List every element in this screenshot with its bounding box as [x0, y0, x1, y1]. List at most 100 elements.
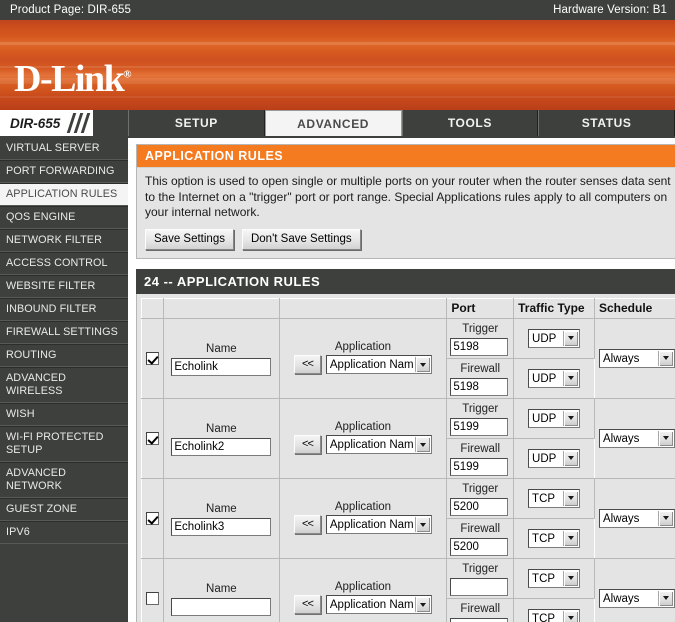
chevron-down-icon[interactable] — [658, 430, 673, 446]
trigger-port-input[interactable] — [450, 577, 509, 596]
chevron-down-icon[interactable] — [563, 330, 579, 346]
sidebar-item-qos-engine[interactable]: QOS ENGINE — [0, 206, 128, 229]
sidebar-item-label: PORT FORWARDING — [6, 165, 115, 177]
schedule-select[interactable]: Always — [599, 348, 675, 368]
rule-name-input[interactable] — [171, 437, 272, 456]
nav-tab-label: ADVANCED — [297, 116, 370, 131]
nav-tab-status[interactable]: STATUS — [538, 110, 675, 136]
sidebar-item-label: FIREWALL SETTINGS — [6, 326, 118, 338]
chevron-down-icon[interactable] — [563, 570, 579, 586]
application-name-select[interactable]: Application Name — [325, 355, 432, 374]
sidebar-item-label: VIRTUAL SERVER — [6, 142, 100, 154]
sidebar-item-wish[interactable]: WISH — [0, 403, 128, 426]
sidebar-item-website-filter[interactable]: WEBSITE FILTER — [0, 275, 128, 298]
sidebar-item-wi-fi-protected-setup[interactable]: WI-FI PROTECTED SETUP — [0, 426, 128, 462]
sidebar-item-access-control[interactable]: ACCESS CONTROL — [0, 252, 128, 275]
firewall-port-input[interactable] — [450, 377, 509, 396]
application-name-select[interactable]: Application Name — [325, 595, 432, 614]
dont-save-settings-button[interactable]: Don't Save Settings — [241, 228, 361, 250]
panel-title: APPLICATION RULES — [137, 145, 675, 168]
rule-trigger-traffic-cell: TCP — [513, 557, 595, 599]
trigger-port-input[interactable] — [450, 417, 509, 436]
rule-name-input[interactable] — [171, 517, 272, 536]
panel-body: This option is used to open single or mu… — [137, 168, 675, 258]
firewall-traffic-select[interactable]: UDP — [528, 368, 581, 388]
rule-firewall-port-cell: Firewall — [446, 357, 515, 399]
rule-trigger-port-cell: Trigger — [446, 557, 515, 599]
table-header-row: Port Traffic Type Schedule — [140, 297, 675, 319]
sidebar-item-network-filter[interactable]: NETWORK FILTER — [0, 229, 128, 252]
chevron-down-icon[interactable] — [563, 450, 579, 466]
chevron-down-icon[interactable] — [563, 530, 579, 546]
firewall-traffic-select[interactable]: UDP — [528, 448, 581, 468]
sidebar-item-guest-zone[interactable]: GUEST ZONE — [0, 498, 128, 521]
sidebar-item-application-rules[interactable]: APPLICATION RULES — [0, 183, 128, 206]
sidebar-item-inbound-filter[interactable]: INBOUND FILTER — [0, 298, 128, 321]
sidebar-item-routing[interactable]: ROUTING — [0, 344, 128, 367]
chevron-down-icon[interactable] — [658, 510, 673, 526]
sidebar-item-advanced-wireless[interactable]: ADVANCED WIRELESS — [0, 367, 128, 403]
chevron-down-icon[interactable] — [563, 610, 579, 622]
rule-application-cell: Application << Application Name — [278, 557, 448, 622]
chevron-down-icon[interactable] — [414, 437, 430, 452]
rule-enable-checkbox[interactable] — [146, 511, 160, 525]
firewall-traffic-select[interactable]: TCP — [528, 528, 581, 548]
schedule-select[interactable]: Always — [599, 508, 675, 528]
hardware-version-label: Hardware Version: B1 — [553, 4, 667, 16]
trigger-traffic-select[interactable]: UDP — [528, 328, 581, 348]
copy-application-button[interactable]: << — [294, 595, 321, 614]
copy-application-button[interactable]: << — [294, 435, 321, 454]
schedule-select-value: Always — [603, 352, 640, 365]
rule-schedule-cell: Always — [594, 557, 675, 622]
chevron-down-icon[interactable] — [563, 370, 579, 386]
trigger-traffic-select-value: UDP — [532, 412, 557, 425]
rule-enable-checkbox[interactable] — [146, 591, 160, 605]
trigger-port-input[interactable] — [450, 337, 509, 356]
nav-tab-setup[interactable]: SETUP — [128, 110, 265, 136]
nav-tab-tools[interactable]: TOOLS — [401, 110, 539, 136]
copy-application-button[interactable]: << — [294, 515, 321, 534]
rule-name-cell: Name — [163, 317, 280, 399]
copy-application-button[interactable]: << — [294, 355, 321, 374]
rule-name-input[interactable] — [171, 357, 272, 376]
nav-tab-advanced[interactable]: ADVANCED — [264, 110, 402, 136]
firewall-label: Firewall — [460, 602, 501, 615]
firewall-port-input[interactable] — [450, 617, 509, 622]
main-content: APPLICATION RULES This option is used to… — [128, 138, 675, 622]
sidebar-item-ipv6[interactable]: IPV6 — [0, 521, 128, 544]
sidebar-item-advanced-network[interactable]: ADVANCED NETWORK — [0, 462, 128, 498]
firewall-traffic-select[interactable]: TCP — [528, 608, 581, 622]
application-name-select[interactable]: Application Name — [325, 515, 432, 534]
rule-name-cell: Name — [163, 477, 280, 559]
rule-enable-checkbox[interactable] — [146, 351, 160, 365]
chevron-down-icon[interactable] — [658, 590, 673, 606]
trigger-traffic-select[interactable]: TCP — [528, 488, 581, 508]
application-label: Application — [334, 341, 392, 353]
sidebar-item-label: WISH — [6, 408, 35, 420]
chevron-down-icon[interactable] — [563, 410, 579, 426]
chevron-down-icon[interactable] — [414, 357, 430, 372]
sidebar-item-firewall-settings[interactable]: FIREWALL SETTINGS — [0, 321, 128, 344]
sidebar-item-virtual-server[interactable]: VIRTUAL SERVER — [0, 138, 128, 160]
chevron-down-icon[interactable] — [414, 597, 430, 612]
table-row: Name Application << Application Name Trigger… — [140, 317, 675, 399]
rule-name-input[interactable] — [171, 597, 272, 616]
chevron-down-icon[interactable] — [563, 490, 579, 506]
rule-application-cell: Application << Application Name — [278, 477, 448, 559]
firewall-port-input[interactable] — [450, 537, 509, 556]
rule-enable-checkbox[interactable] — [146, 431, 160, 445]
chevron-down-icon[interactable] — [414, 517, 430, 532]
table-head: Port Traffic Type Schedule — [140, 297, 675, 319]
sidebar-item-port-forwarding[interactable]: PORT FORWARDING — [0, 160, 128, 183]
firewall-port-input[interactable] — [450, 457, 509, 476]
trigger-port-input[interactable] — [450, 497, 509, 516]
trigger-traffic-select[interactable]: TCP — [528, 568, 581, 588]
sidebar-item-label: WI-FI PROTECTED SETUP — [6, 431, 104, 456]
save-settings-button[interactable]: Save Settings — [145, 228, 234, 250]
schedule-select[interactable]: Always — [599, 588, 675, 608]
model-chip: DIR-655 — [0, 110, 67, 136]
application-name-select[interactable]: Application Name — [325, 435, 432, 454]
chevron-down-icon[interactable] — [658, 350, 673, 366]
trigger-traffic-select[interactable]: UDP — [528, 408, 581, 428]
schedule-select[interactable]: Always — [599, 428, 675, 448]
